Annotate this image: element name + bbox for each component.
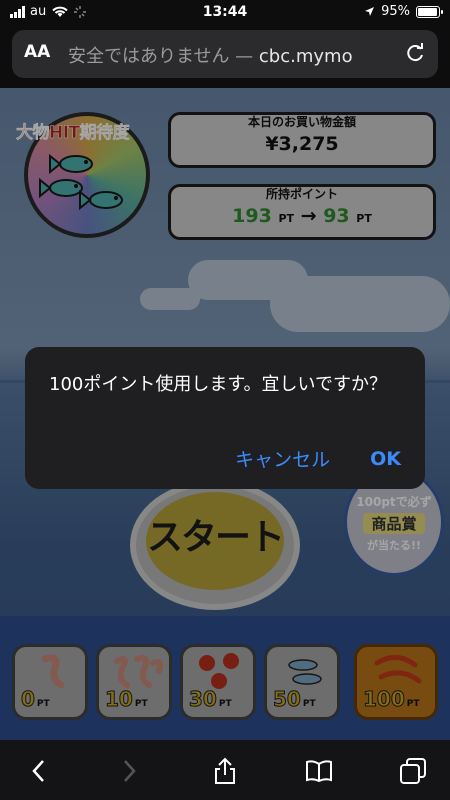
browser-top-bar: AA 安全ではありません — cbc.mymo xyxy=(0,26,450,88)
browser-toolbar xyxy=(0,740,450,800)
share-icon xyxy=(215,757,235,784)
back-button[interactable] xyxy=(24,756,54,786)
battery-percent: 95% xyxy=(381,4,410,19)
cancel-button[interactable]: キャンセル xyxy=(235,445,330,472)
forward-button[interactable] xyxy=(114,756,144,786)
dialog-buttons: キャンセル OK xyxy=(235,445,401,472)
address-bar[interactable]: AA 安全ではありません — cbc.mymo xyxy=(12,30,438,78)
tabs-icon xyxy=(400,758,426,784)
book-icon xyxy=(306,760,332,783)
battery-icon xyxy=(416,5,443,18)
ok-button[interactable]: OK xyxy=(370,445,401,472)
dialog-message: 100ポイント使用します。宜しいですか？ xyxy=(49,374,388,395)
url-text[interactable]: 安全ではありません — cbc.mymo xyxy=(68,42,408,68)
reader-aa-button[interactable]: AA xyxy=(24,42,50,62)
bookmarks-button[interactable] xyxy=(304,756,334,786)
url-domain: cbc.mymo xyxy=(258,46,353,67)
tabs-button[interactable] xyxy=(398,756,428,786)
url-security-warning: 安全ではありません — xyxy=(68,46,259,67)
confirm-dialog: 100ポイント使用します。宜しいですか？ キャンセル OK xyxy=(25,347,425,489)
location-arrow-icon xyxy=(365,7,375,16)
status-bar: au 13:44 95% xyxy=(0,0,450,26)
chevron-right-icon xyxy=(124,760,136,782)
reload-icon[interactable] xyxy=(402,40,428,66)
chevron-left-icon xyxy=(32,760,44,782)
share-button[interactable] xyxy=(210,756,240,786)
status-right: 95% xyxy=(364,4,443,19)
